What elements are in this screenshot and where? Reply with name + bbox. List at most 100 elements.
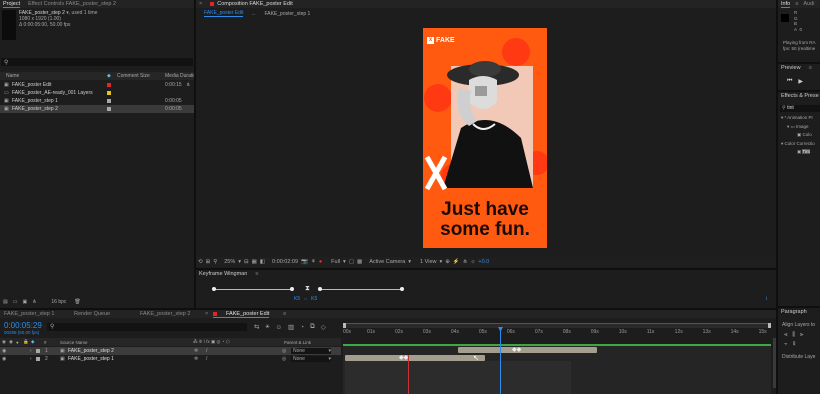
quality-icon[interactable]: / bbox=[206, 356, 207, 362]
audio-toggle-icon[interactable]: ◉ bbox=[9, 339, 13, 345]
label-swatch[interactable] bbox=[107, 91, 111, 95]
subtab-poster-step1[interactable]: FAKE_poster_step 1 bbox=[264, 11, 310, 17]
tab-info[interactable]: Info bbox=[781, 1, 791, 8]
flowchart-icon[interactable]: ⋔ bbox=[32, 299, 36, 305]
column-media-duration[interactable]: Media Duratio bbox=[165, 73, 196, 79]
mask-icon[interactable]: ◧ bbox=[260, 259, 265, 265]
effects-title[interactable]: Effects & Prese bbox=[781, 93, 819, 99]
flowchart-icon[interactable]: ⋔ bbox=[186, 82, 190, 88]
wingman-slider-right[interactable] bbox=[318, 289, 402, 290]
draft-3d-icon[interactable]: ⚹ bbox=[265, 323, 269, 331]
region-icon[interactable]: ⊟ bbox=[244, 259, 249, 265]
keyframe-icon[interactable]: ◆◆ bbox=[512, 346, 521, 353]
effects-item-color-correction[interactable]: ▾ Color Correctio bbox=[781, 140, 815, 149]
label-swatch[interactable] bbox=[36, 357, 40, 361]
frame-blend-icon[interactable]: ▥ bbox=[288, 323, 294, 331]
poster-canvas[interactable]: x FAKE Just have some fun. bbox=[423, 28, 547, 248]
slider-handle-icon[interactable] bbox=[290, 287, 294, 291]
eye-icon[interactable]: ◉ bbox=[2, 348, 6, 354]
menu-icon[interactable]: ≡ bbox=[255, 271, 258, 277]
graph-editor-icon[interactable]: ⧉ bbox=[310, 323, 315, 331]
zoom-select[interactable]: 25% bbox=[224, 259, 235, 265]
align-left-icon[interactable]: ⫷ bbox=[784, 332, 787, 339]
magnify-icon[interactable]: ⚲ bbox=[213, 259, 217, 265]
label-column-icon[interactable]: ◆ bbox=[107, 73, 111, 79]
new-composition-icon[interactable]: ▣ bbox=[22, 299, 27, 305]
track-bar-layer-1[interactable] bbox=[458, 347, 597, 353]
link-icon[interactable]: ⇔ bbox=[303, 296, 308, 302]
keyframe-icon[interactable]: ◆◆ bbox=[399, 354, 408, 361]
video-toggle-icon[interactable]: ◉ bbox=[2, 339, 6, 345]
view-select[interactable]: 1 View bbox=[420, 259, 436, 265]
shy-icon[interactable]: ☺ bbox=[275, 324, 282, 331]
current-time[interactable]: 0:00:05:29 bbox=[4, 321, 42, 330]
column-parent[interactable]: Parent & Link bbox=[284, 340, 311, 345]
trash-icon[interactable]: 🗑 bbox=[74, 299, 80, 305]
paragraph-title[interactable]: Paragraph bbox=[781, 309, 807, 315]
slider-handle-icon[interactable] bbox=[212, 287, 216, 291]
wingman-slider-left[interactable] bbox=[213, 289, 293, 290]
bit-depth[interactable]: 16 bpc bbox=[51, 299, 66, 305]
preview-title[interactable]: Preview bbox=[781, 65, 801, 71]
tab-project[interactable]: Project bbox=[3, 1, 21, 8]
tab-effect-controls[interactable]: Effect Controls FAKE_poster_step 2 bbox=[28, 1, 116, 7]
timeline-tab[interactable]: FAKE_poster_step 1 bbox=[4, 311, 54, 317]
align-top-icon[interactable]: ⫟ bbox=[784, 341, 788, 348]
collapse-icon[interactable]: ✲ bbox=[194, 348, 198, 354]
new-folder-icon[interactable]: ▭ bbox=[13, 299, 18, 305]
column-size[interactable]: Size bbox=[140, 73, 150, 79]
parent-pick-whip-icon[interactable]: ◎ bbox=[282, 348, 286, 354]
align-middle-icon[interactable]: ⫫ bbox=[793, 341, 796, 348]
subtab-poster-edit[interactable]: FAKE_poster Edit bbox=[204, 10, 244, 17]
work-area-bar[interactable] bbox=[343, 323, 771, 328]
project-item[interactable]: ▣ FAKE_poster_step 2 0:00:05 bbox=[0, 105, 194, 113]
project-search[interactable]: ⚲ bbox=[1, 58, 193, 66]
roi-icon[interactable]: ▢ bbox=[349, 259, 354, 265]
keyframe-icon[interactable]: ◇ bbox=[321, 323, 326, 331]
play-icon[interactable]: ▶ bbox=[798, 78, 803, 85]
grid-icon[interactable]: ⊞ bbox=[206, 259, 211, 265]
timeline-tab[interactable]: Render Queue bbox=[74, 311, 110, 317]
first-frame-icon[interactable]: ⏮ bbox=[787, 78, 792, 85]
layer-search[interactable]: ⚲ bbox=[47, 323, 247, 331]
collapse-icon[interactable]: ✲ bbox=[194, 356, 198, 362]
ease-in-icon[interactable]: K5 bbox=[294, 296, 300, 302]
slider-handle-icon[interactable] bbox=[400, 287, 404, 291]
timeline-tab[interactable]: FAKE_poster Edit bbox=[213, 311, 270, 318]
expand-arrow-icon[interactable]: › bbox=[30, 356, 32, 362]
lock-icon[interactable]: 🔒 bbox=[23, 339, 29, 345]
quality-icon[interactable]: / bbox=[206, 348, 207, 354]
time-ruler[interactable]: 00s 01s 02s 03s 04s 05s 06s 07s 08s 09s 10s 11s 12s 1… bbox=[343, 323, 771, 345]
parent-pick-whip-icon[interactable]: ◎ bbox=[282, 356, 286, 362]
effects-item-tint[interactable]: ▣ Tint bbox=[781, 148, 815, 157]
resolution-select[interactable]: Full bbox=[331, 259, 340, 265]
project-item[interactable]: ▭ FAKE_poster_AE-ready_001 Layers bbox=[0, 89, 194, 97]
playhead[interactable] bbox=[500, 327, 501, 394]
color-channel-icon[interactable]: ● bbox=[319, 259, 322, 265]
hourglass-icon[interactable]: ⧗ bbox=[305, 285, 310, 293]
timeline-tab[interactable]: FAKE_poster_step 2 bbox=[140, 311, 190, 317]
project-item[interactable]: ▣ FAKE_poster_step 1 0:00:05 bbox=[0, 97, 194, 105]
label-swatch[interactable] bbox=[107, 107, 111, 111]
parent-select[interactable]: None ▾ bbox=[291, 356, 331, 362]
show-snapshot-icon[interactable]: ⚘ bbox=[311, 259, 316, 265]
project-item[interactable]: ▣ FAKE_poster Edit 0:00:15 ⋔ bbox=[0, 81, 194, 89]
timecode[interactable]: 0:00:02:09 bbox=[272, 259, 298, 265]
column-comment[interactable]: Comment bbox=[117, 73, 139, 79]
flowchart-icon[interactable]: ⋔ bbox=[463, 259, 468, 265]
label-column-icon[interactable]: ◆ bbox=[31, 339, 34, 345]
align-center-icon[interactable]: ⫼ bbox=[792, 332, 795, 339]
camera-select[interactable]: Active Camera bbox=[369, 259, 405, 265]
keyframe-wingman-title[interactable]: Keyframe Wingman bbox=[199, 271, 247, 277]
exposure-value[interactable]: +0.0 bbox=[478, 259, 489, 265]
label-swatch[interactable] bbox=[36, 349, 40, 353]
label-swatch[interactable] bbox=[107, 99, 111, 103]
expand-arrow-icon[interactable]: › bbox=[30, 348, 32, 354]
fast-preview-icon[interactable]: ⚡ bbox=[453, 259, 460, 265]
close-icon[interactable]: × bbox=[199, 1, 202, 7]
menu-icon[interactable]: ≡ bbox=[809, 65, 812, 71]
info-icon[interactable]: i bbox=[766, 296, 767, 302]
effects-search[interactable]: ⚲ tint bbox=[780, 105, 820, 112]
work-area-start-icon[interactable] bbox=[343, 323, 346, 328]
menu-icon[interactable]: ≡ bbox=[283, 311, 286, 317]
